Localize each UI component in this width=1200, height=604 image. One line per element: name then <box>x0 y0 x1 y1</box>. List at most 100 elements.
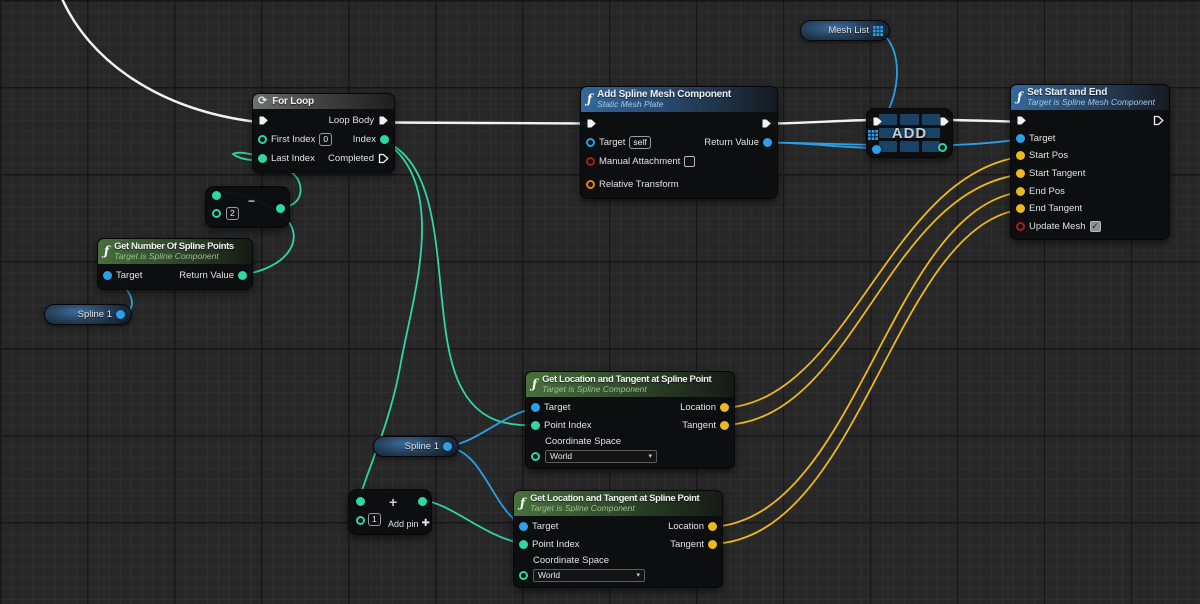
subtract-result-pin[interactable] <box>275 203 285 213</box>
new-item-pin[interactable] <box>872 144 881 154</box>
add-b-pin[interactable] <box>355 515 365 525</box>
variable-label: Mesh List <box>828 25 869 36</box>
exec-out-pin[interactable] <box>1153 115 1164 126</box>
end-tangent-pin[interactable] <box>1016 204 1025 214</box>
node-header[interactable]: ƒ Get Location and Tangent at Spline Poi… <box>526 372 734 397</box>
node-header[interactable]: ƒ Get Number Of Spline Points Target is … <box>98 239 252 264</box>
first-index-input[interactable]: 0 <box>319 133 333 146</box>
return-index-pin[interactable] <box>937 142 947 152</box>
node-header[interactable]: ƒ Get Location and Tangent at Spline Poi… <box>514 491 722 516</box>
node-header[interactable]: ⟳ For Loop <box>253 94 394 109</box>
node-get-location-and-tangent-2[interactable]: ƒ Get Location and Tangent at Spline Poi… <box>513 490 723 588</box>
loop-body-exec-pin[interactable] <box>378 115 389 126</box>
node-get-location-and-tangent-1[interactable]: ƒ Get Location and Tangent at Spline Poi… <box>525 371 735 469</box>
function-icon: ƒ <box>532 377 538 391</box>
tangent-pin[interactable] <box>720 420 729 430</box>
coordinate-space-pin[interactable] <box>519 570 528 580</box>
exec-out-pin[interactable] <box>761 118 772 129</box>
end-pos-pin[interactable] <box>1016 186 1025 196</box>
pin-label: Coordinate Space <box>533 555 610 566</box>
update-mesh-checkbox[interactable]: ✓ <box>1089 220 1101 232</box>
variable-output-pin[interactable] <box>443 442 452 451</box>
location-pin[interactable] <box>708 522 717 532</box>
exec-out-pin[interactable] <box>939 116 950 127</box>
pin-label: Completed <box>328 153 374 164</box>
variable-node-spline1-mid[interactable]: Spline 1 <box>373 436 459 457</box>
node-header[interactable]: ƒ Set Start and End Target is Spline Mes… <box>1011 85 1169 110</box>
coordinate-space-pin[interactable] <box>531 451 540 461</box>
coordinate-space-dropdown[interactable]: World ▾ <box>545 449 657 463</box>
exec-in-pin[interactable] <box>258 115 269 126</box>
node-int-subtract[interactable]: 2 − <box>205 186 290 228</box>
variable-output-pin[interactable] <box>116 310 125 319</box>
target-pin[interactable] <box>1016 133 1025 143</box>
pin-label: Start Pos <box>1029 150 1069 162</box>
function-icon: ƒ <box>1017 90 1023 104</box>
target-pin[interactable] <box>586 138 595 147</box>
update-mesh-pin[interactable] <box>1016 221 1025 231</box>
dropdown-value: World <box>538 570 561 580</box>
target-self-box[interactable]: self <box>629 136 651 149</box>
subtract-b-pin[interactable] <box>212 208 221 218</box>
subtract-a-pin[interactable] <box>212 190 221 200</box>
node-subtitle: Target is Spline Component <box>542 384 647 394</box>
node-get-number-of-spline-points[interactable]: ƒ Get Number Of Spline Points Target is … <box>97 238 253 290</box>
first-index-pin[interactable] <box>258 135 267 144</box>
node-int-add[interactable]: 1 + Add pin ✚ <box>348 489 432 535</box>
pin-label: Update Mesh <box>1029 220 1086 232</box>
node-add-spline-mesh-component[interactable]: ƒ Add Spline Mesh Component Static Mesh … <box>580 86 778 199</box>
start-pos-pin[interactable] <box>1016 151 1025 161</box>
add-pin-label: Add pin <box>388 518 419 529</box>
exec-in-pin[interactable] <box>1016 115 1027 126</box>
coordinate-space-dropdown[interactable]: World ▾ <box>533 568 645 582</box>
add-result-pin[interactable] <box>417 496 427 506</box>
array-pin[interactable] <box>873 25 883 36</box>
variable-node-spline1-left[interactable]: Spline 1 <box>44 304 132 325</box>
node-array-add[interactable]: ADD <box>866 108 953 158</box>
add-b-input[interactable]: 1 <box>368 513 381 526</box>
pin-label: Location <box>668 521 704 533</box>
variable-label: Spline 1 <box>77 309 112 320</box>
vector-wire <box>711 191 1021 528</box>
target-pin[interactable] <box>519 522 528 532</box>
manual-attachment-checkbox[interactable] <box>684 156 696 167</box>
pin-label: Coordinate Space <box>545 436 622 447</box>
target-pin[interactable] <box>531 403 540 413</box>
node-title: For Loop <box>272 96 314 107</box>
target-pin[interactable] <box>103 271 112 280</box>
subtract-b-input[interactable]: 2 <box>226 206 239 220</box>
point-index-pin[interactable] <box>531 420 540 430</box>
relative-transform-pin[interactable] <box>586 180 595 189</box>
completed-exec-pin[interactable] <box>378 153 389 164</box>
variable-node-mesh-list[interactable]: Mesh List <box>800 20 890 41</box>
tangent-pin[interactable] <box>708 539 717 549</box>
target-array-pin[interactable] <box>868 130 878 140</box>
chevron-down-icon: ▾ <box>636 571 640 579</box>
exec-in-pin[interactable] <box>872 116 883 127</box>
blueprint-graph-canvas[interactable]: ⟳ For Loop Loop Body First Index 0 Index … <box>0 0 1200 604</box>
return-value-pin[interactable] <box>238 271 247 280</box>
point-index-pin[interactable] <box>519 539 528 549</box>
pin-label: Point Index <box>532 538 580 550</box>
location-pin[interactable] <box>720 403 729 413</box>
function-icon: ƒ <box>104 244 110 258</box>
pin-label: Last Index <box>271 153 315 164</box>
pin-label: Return Value <box>179 270 234 281</box>
plus-icon: ✚ <box>421 518 430 529</box>
node-header[interactable]: ƒ Add Spline Mesh Component Static Mesh … <box>581 87 777 112</box>
loop-icon: ⟳ <box>258 95 268 107</box>
node-for-loop[interactable]: ⟳ For Loop Loop Body First Index 0 Index … <box>252 93 395 173</box>
exec-wire <box>941 118 1022 123</box>
last-index-pin[interactable] <box>258 154 267 163</box>
pin-label: Target <box>544 402 571 414</box>
variable-label: Spline 1 <box>404 441 439 452</box>
add-operator: + <box>389 494 398 510</box>
add-pin-button[interactable]: Add pin ✚ <box>388 518 430 529</box>
add-a-pin[interactable] <box>355 496 365 506</box>
manual-attachment-pin[interactable] <box>586 157 595 166</box>
index-pin[interactable] <box>380 135 389 144</box>
return-value-pin[interactable] <box>763 138 772 147</box>
node-set-start-and-end[interactable]: ƒ Set Start and End Target is Spline Mes… <box>1010 84 1170 241</box>
start-tangent-pin[interactable] <box>1016 169 1025 179</box>
exec-in-pin[interactable] <box>586 118 597 129</box>
